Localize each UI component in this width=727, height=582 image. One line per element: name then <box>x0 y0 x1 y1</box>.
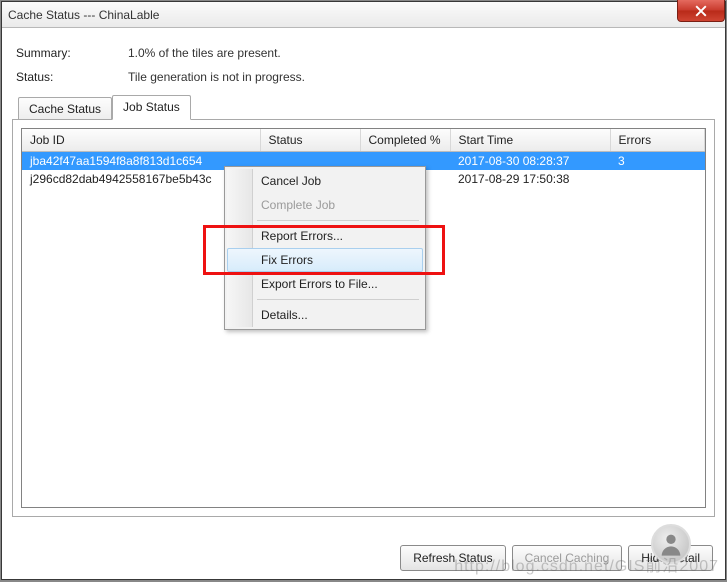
menu-report-errors[interactable]: Report Errors... <box>227 224 423 248</box>
menu-separator <box>257 299 419 300</box>
menu-details[interactable]: Details... <box>227 303 423 327</box>
menu-separator <box>257 220 419 221</box>
watermark-avatar <box>651 524 691 564</box>
refresh-status-button[interactable]: Refresh Status <box>400 545 505 571</box>
summary-label: Summary: <box>16 46 128 60</box>
col-start-time[interactable]: Start Time <box>450 129 610 152</box>
summary-row: Summary: 1.0% of the tiles are present. <box>16 46 715 60</box>
cell-errors: 3 <box>610 152 705 171</box>
col-status[interactable]: Status <box>260 129 360 152</box>
col-completed[interactable]: Completed % <box>360 129 450 152</box>
person-icon <box>657 530 685 558</box>
cell-start-time: 2017-08-30 08:28:37 <box>450 152 610 171</box>
titlebar: Cache Status --- ChinaLable <box>2 2 725 28</box>
window-title: Cache Status --- ChinaLable <box>8 8 159 22</box>
menu-complete-job[interactable]: Complete Job <box>227 193 423 217</box>
close-icon <box>695 5 707 17</box>
menu-fix-errors[interactable]: Fix Errors <box>227 248 423 272</box>
status-label: Status: <box>16 70 128 84</box>
menu-export-errors[interactable]: Export Errors to File... <box>227 272 423 296</box>
status-row: Status: Tile generation is not in progre… <box>16 70 715 84</box>
context-menu: Cancel Job Complete Job Report Errors...… <box>224 166 426 330</box>
menu-cancel-job[interactable]: Cancel Job <box>227 169 423 193</box>
cancel-caching-button[interactable]: Cancel Caching <box>512 545 623 571</box>
cell-start-time: 2017-08-29 17:50:38 <box>450 170 610 188</box>
summary-value: 1.0% of the tiles are present. <box>128 46 281 60</box>
table-header-row: Job ID Status Completed % Start Time Err… <box>22 129 705 152</box>
tab-job-status[interactable]: Job Status <box>112 95 191 120</box>
cell-errors <box>610 170 705 188</box>
close-button[interactable] <box>677 0 725 22</box>
col-errors[interactable]: Errors <box>610 129 705 152</box>
col-job-id[interactable]: Job ID <box>22 129 260 152</box>
status-value: Tile generation is not in progress. <box>128 70 305 84</box>
